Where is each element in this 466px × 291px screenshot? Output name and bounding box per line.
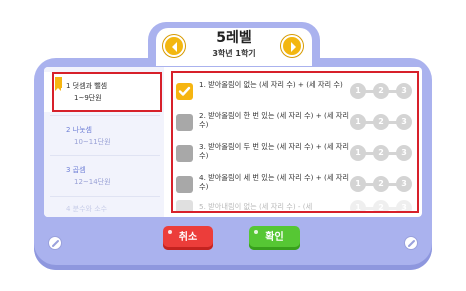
- cancel-label: 취소: [178, 232, 198, 243]
- selected-category-highlight: [52, 72, 162, 112]
- divider: [50, 155, 160, 156]
- chevron-right-icon: [291, 42, 296, 52]
- shine-dot: [168, 230, 172, 234]
- category-item-4[interactable]: 4 분수와 소수: [66, 203, 107, 215]
- category-subtitle: 12~14단원: [74, 178, 111, 186]
- category-title: 4 분수와 소수: [66, 205, 108, 213]
- divider: [50, 196, 160, 197]
- category-item-3[interactable]: 3 곱셈 12~14단원: [66, 164, 111, 188]
- divider: [50, 115, 160, 116]
- category-title: 2 나눗셈: [66, 126, 92, 134]
- next-level-button[interactable]: [281, 35, 303, 57]
- category-item-2[interactable]: 2 나눗셈 10~11단원: [66, 124, 111, 148]
- category-subtitle: 10~11단원: [74, 138, 111, 146]
- prev-level-button[interactable]: [163, 35, 185, 57]
- slash-icon: [48, 236, 62, 250]
- category-title: 3 곱셈: [66, 166, 86, 174]
- slash-icon: [404, 236, 418, 250]
- chevron-left-icon: [172, 42, 177, 52]
- shine-dot: [254, 230, 258, 234]
- confirm-button[interactable]: 확인: [249, 226, 300, 250]
- cancel-button[interactable]: 취소: [163, 226, 213, 250]
- confirm-label: 확인: [265, 232, 284, 243]
- item-list-highlight: [171, 71, 419, 213]
